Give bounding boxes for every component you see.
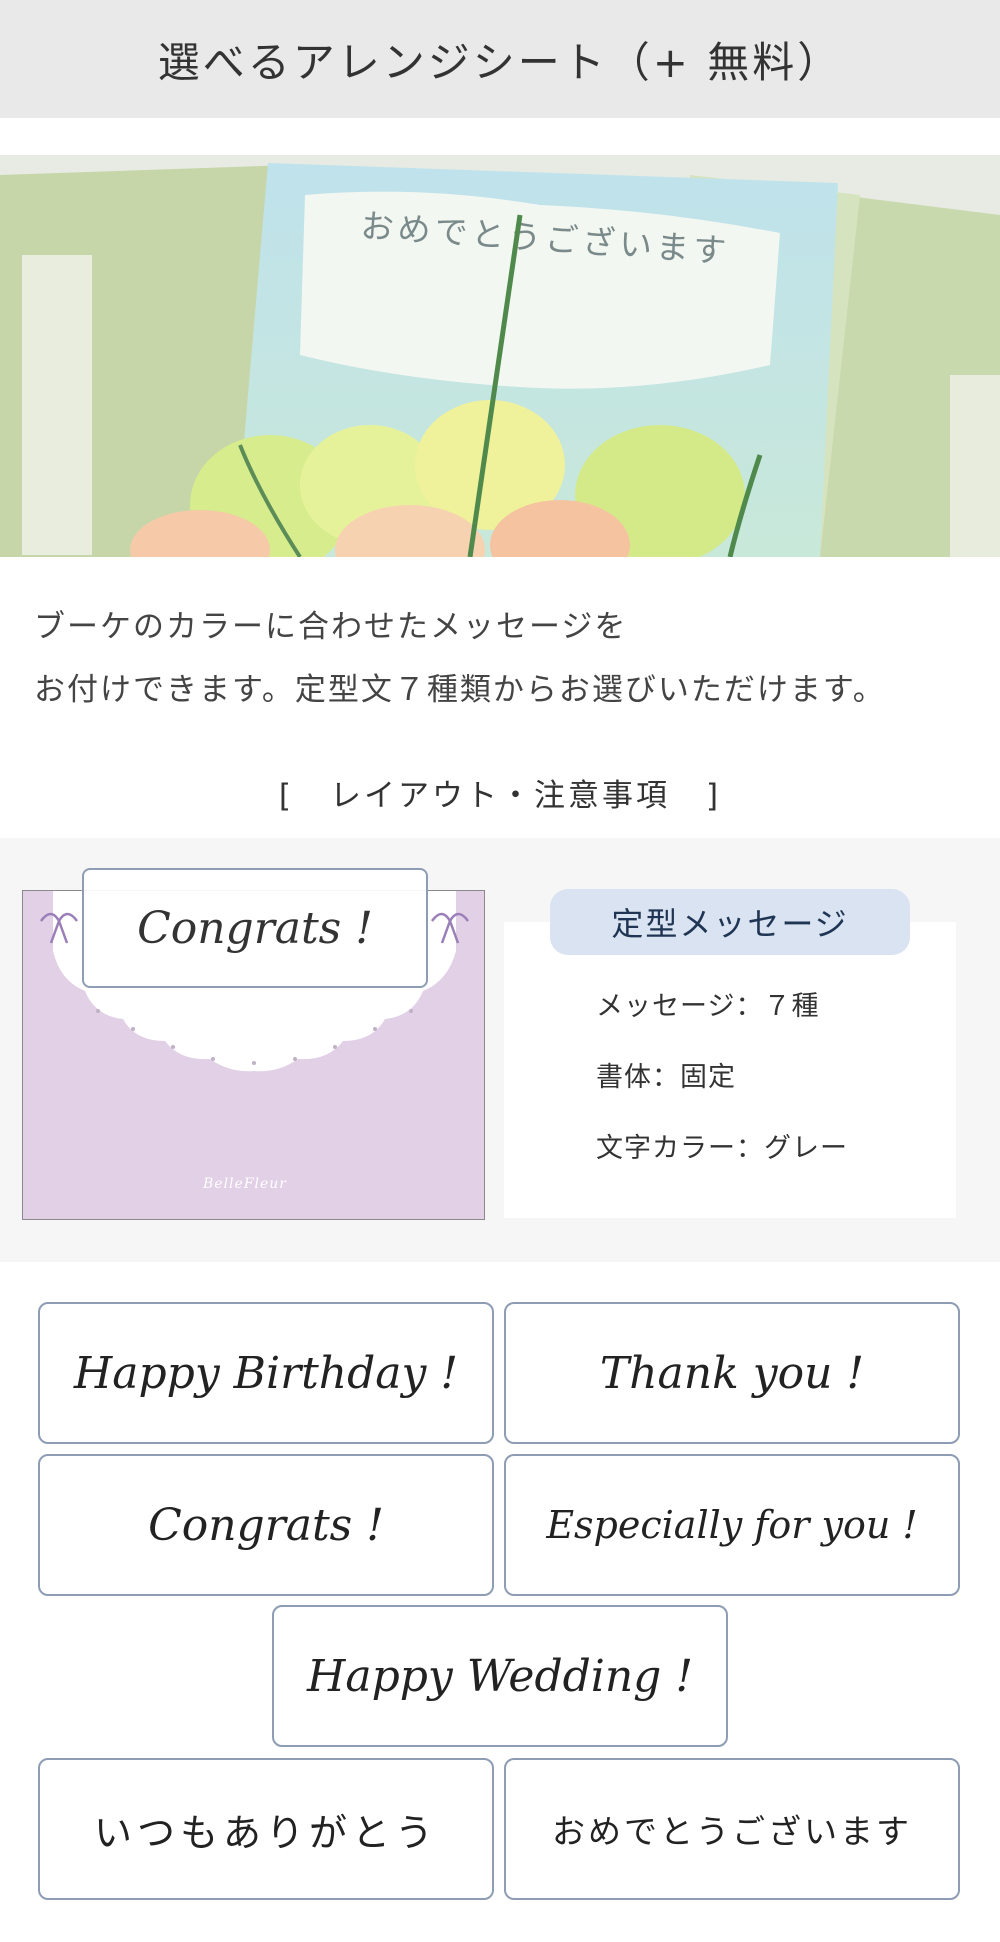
brand-logo: BelleFleur [203, 1176, 287, 1192]
spec-text-color: 文字カラー：グレー [596, 1133, 848, 1164]
hero-image: おめでとうございます [0, 155, 1000, 557]
preview-message-label: Congrats ! [82, 868, 428, 988]
spec-list: メッセージ：７種 書体：固定 文字カラー：グレー [596, 984, 848, 1197]
page-title-text: 選べるアレンジシート（+ 無料） [157, 37, 843, 87]
description: ブーケのカラーに合わせたメッセージを お付けできます。定型文７種類からお選びいた… [34, 596, 974, 722]
message-option-especially-for-you[interactable]: Especially for you ! [504, 1454, 960, 1596]
layout-heading-title: レイアウト・注意事項 [330, 778, 670, 814]
description-line-2: お付けできます。定型文７種類からお選びいただけます。 [34, 672, 886, 708]
message-option-omedetou[interactable]: おめでとうございます [504, 1758, 960, 1900]
message-option-happy-wedding[interactable]: Happy Wedding ! [272, 1605, 728, 1747]
fixed-message-badge: 定型メッセージ [550, 889, 910, 955]
layout-heading: [ レイアウト・注意事項] [0, 770, 1000, 815]
spec-message-count: メッセージ：７種 [596, 991, 820, 1022]
description-line-1: ブーケのカラーに合わせたメッセージを [34, 609, 628, 645]
spec-font: 書体：固定 [596, 1062, 736, 1093]
bouquet-illustration: おめでとうございます [0, 155, 1000, 557]
message-option-happy-birthday[interactable]: Happy Birthday ! [38, 1302, 494, 1444]
message-option-congrats[interactable]: Congrats ! [38, 1454, 494, 1596]
open-bracket: [ [278, 778, 294, 814]
close-bracket: ] [706, 778, 722, 814]
page-title: 選べるアレンジシート（+ 無料） [0, 0, 1000, 118]
message-option-thank-you[interactable]: Thank you ! [504, 1302, 960, 1444]
message-option-itsumo-arigatou[interactable]: いつもありがとう [38, 1758, 494, 1900]
